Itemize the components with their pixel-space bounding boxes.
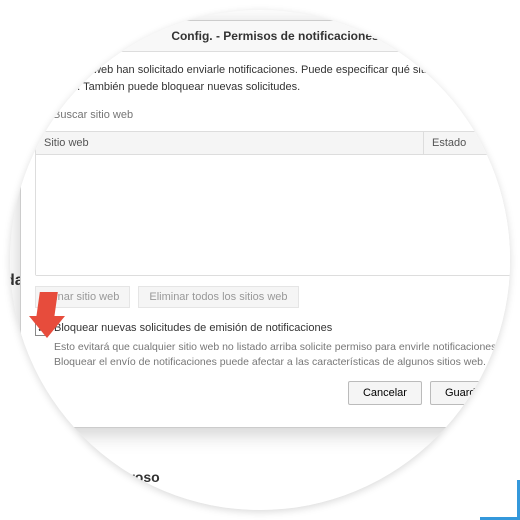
table-body-empty [36,155,510,275]
dialog-buttons: Cancelar Guardar ca [35,381,510,417]
block-requests-label: Bloquear nuevas solicitudes de emisión d… [54,322,332,334]
circular-crop: dat e peligroso Config. - Permisos de no… [10,10,510,510]
search-row [35,105,510,125]
save-button[interactable]: Guardar ca [430,381,510,405]
checkmark-icon: ✓ [37,325,45,335]
permissions-dialog: Config. - Permisos de notificaciones ent… [20,20,510,428]
search-icon [35,109,47,121]
corner-decoration [480,480,520,520]
remove-buttons-row: minar sitio web Eliminar todos los sitio… [35,286,510,308]
intro-text: entes sitios web han solicitado enviarle… [35,62,510,95]
remove-site-button[interactable]: minar sitio web [35,286,130,308]
block-requests-checkbox[interactable]: ✓ [35,323,48,336]
sites-table: Sitio web Estado [35,131,510,276]
dialog-body: entes sitios web han solicitado enviarle… [21,52,510,427]
dialog-header: Config. - Permisos de notificaciones [21,21,510,52]
column-status[interactable]: Estado [424,132,510,154]
bg-text-peligroso: e peligroso [85,469,160,485]
block-requests-row: ✓ Bloquear nuevas solicitudes de emisión… [35,322,510,336]
remove-all-sites-button[interactable]: Eliminar todos los sitios web [138,286,298,308]
column-site[interactable]: Sitio web [36,132,424,154]
block-requests-description: Esto evitará que cualquier sitio web no … [54,340,510,369]
cancel-button[interactable]: Cancelar [348,381,422,405]
search-input[interactable] [53,109,510,121]
table-header: Sitio web Estado [36,132,510,155]
dialog-title: Config. - Permisos de notificaciones [21,29,510,43]
